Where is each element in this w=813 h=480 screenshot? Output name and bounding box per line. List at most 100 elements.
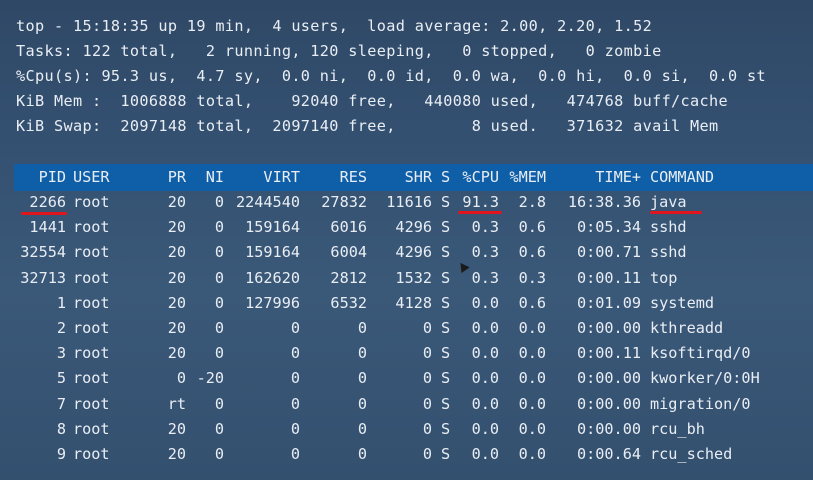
- process-user: root: [73, 445, 110, 463]
- process-mem: 0.0: [518, 319, 546, 337]
- process-time: 0:01.09: [576, 293, 641, 312]
- process-res: 0: [357, 319, 367, 337]
- annotation-underline-command: [650, 211, 702, 214]
- process-user: root: [73, 419, 110, 438]
- process-pid: 32554: [20, 243, 66, 262]
- process-shr: 4296: [395, 218, 432, 237]
- process-s: S: [441, 218, 451, 237]
- process-ni: 0: [214, 268, 224, 287]
- process-cmd: ksoftirqd/0: [650, 344, 751, 363]
- process-time: 0:00.64: [576, 445, 641, 463]
- tasks-line: Tasks: 122 total, 2 running, 120 sleepin…: [16, 42, 662, 60]
- column-header-pr: PR: [167, 168, 186, 186]
- process-pr: 20: [167, 293, 186, 312]
- column-header-user: USER: [73, 168, 110, 186]
- process-mem: 0.0: [518, 419, 546, 438]
- mem-line: KiB Mem : 1006888 total, 92040 free, 440…: [16, 92, 729, 110]
- process-pr: 20: [167, 243, 186, 262]
- process-pid: 8: [56, 419, 66, 438]
- process-virt: 127996: [245, 293, 300, 312]
- annotation-underline-cpu: [458, 211, 502, 214]
- column-header-time: TIME+: [595, 168, 641, 186]
- process-shr: 1532: [395, 268, 432, 287]
- process-row: 32554 root 20 0 159164 6004 4296 S 0.3 0.6 0:00.71…: [0, 240, 813, 265]
- process-user: root: [73, 218, 110, 237]
- process-cmd: sshd: [650, 243, 687, 262]
- process-res: 6004: [330, 243, 367, 262]
- process-ni: 0: [214, 394, 224, 413]
- annotation-underline-pid: [21, 212, 67, 215]
- process-shr: 4296: [395, 243, 432, 262]
- column-header-cmd: COMMAND: [650, 168, 715, 186]
- process-s: S: [441, 268, 451, 287]
- process-pid: 5: [56, 369, 66, 388]
- process-pr: 0: [176, 369, 186, 388]
- process-pr: 20: [167, 319, 186, 337]
- process-time: 0:00.11: [576, 344, 641, 363]
- process-time: 0:00.00: [576, 369, 641, 388]
- column-header-ni: NI: [205, 168, 224, 186]
- process-virt: 159164: [245, 218, 300, 237]
- process-pr: 20: [167, 445, 186, 463]
- column-header-cpu: %CPU: [462, 168, 499, 186]
- process-row: 5 root 0 -20 0 0 0 S 0.0 0.0 0:00.00 kworker/0:0H: [0, 366, 813, 391]
- process-pr: rt: [167, 394, 186, 413]
- process-cpu: 0.0: [471, 344, 499, 363]
- column-header-s: S: [441, 168, 451, 186]
- process-row: 3 root 20 0 0 0 0 S 0.0 0.0 0:00.11 ksoftirqd/0: [0, 341, 813, 366]
- process-res: 0: [357, 369, 367, 388]
- process-ni: 0: [214, 445, 224, 463]
- process-virt: 0: [290, 419, 300, 438]
- process-ni: 0: [214, 319, 224, 337]
- process-shr: 0: [422, 319, 432, 337]
- process-cpu: 0.0: [471, 394, 499, 413]
- process-cmd: kthreadd: [650, 319, 724, 337]
- process-time: 0:00.71: [576, 243, 641, 262]
- process-ni: 0: [214, 344, 224, 363]
- process-user: root: [73, 394, 110, 413]
- process-cmd: rcu_bh: [650, 419, 705, 438]
- process-pr: 20: [167, 419, 186, 438]
- swap-line: KiB Swap: 2097148 total, 2097140 free, 8…: [16, 117, 719, 135]
- process-mem: 0.0: [518, 369, 546, 388]
- process-row: 32713 root 20 0 162620 2812 1532 S 0.3 0.3 0:00.11…: [0, 266, 813, 291]
- process-shr: 0: [422, 344, 432, 363]
- process-row: 9 root 20 0 0 0 0 S 0.0 0.0 0:00.64 rcu_sched: [0, 442, 813, 467]
- process-row: 8 root 20 0 0 0 0 S 0.0 0.0 0:00.00 rcu_bh: [0, 417, 813, 442]
- process-pid: 2: [56, 319, 66, 337]
- process-virt: 0: [290, 445, 300, 463]
- process-shr: 0: [422, 369, 432, 388]
- process-virt: 0: [290, 369, 300, 388]
- process-pr: 20: [167, 268, 186, 287]
- process-res: 6016: [330, 218, 367, 237]
- process-res: 0: [357, 445, 367, 463]
- process-s: S: [441, 344, 451, 363]
- process-ni: -20: [196, 369, 224, 388]
- process-pr: 20: [167, 344, 186, 363]
- terminal-window[interactable]: top - 15:18:35 up 19 min, 4 users, load …: [0, 0, 813, 480]
- process-mem: 0.6: [518, 218, 546, 237]
- process-time: 0:00.00: [576, 394, 641, 413]
- process-shr: 0: [422, 445, 432, 463]
- process-s: S: [441, 319, 451, 337]
- process-cmd: migration/0: [650, 394, 751, 413]
- process-shr: 0: [422, 419, 432, 438]
- process-row: 1 root 20 0 127996 6532 4128 S 0.0 0.6 0:01.09 syst…: [0, 291, 813, 316]
- process-cpu: 0.3: [471, 268, 499, 287]
- process-user: root: [73, 243, 110, 262]
- process-mem: 0.3: [518, 268, 546, 287]
- process-cpu: 0.0: [471, 419, 499, 438]
- process-row: 7 root rt 0 0 0 0 S 0.0 0.0 0:00.00 migration/0: [0, 392, 813, 417]
- process-virt: 162620: [245, 268, 300, 287]
- process-mem: 2.8: [518, 193, 546, 211]
- process-pid: 1: [56, 293, 66, 312]
- process-cpu: 0.0: [471, 319, 499, 337]
- process-user: root: [73, 344, 110, 363]
- process-pid: 3: [56, 344, 66, 363]
- process-pid: 32713: [20, 268, 66, 287]
- process-virt: 159164: [245, 243, 300, 262]
- process-user: root: [73, 369, 110, 388]
- process-mem: 0.6: [518, 293, 546, 312]
- process-s: S: [441, 293, 451, 312]
- process-res: 0: [357, 344, 367, 363]
